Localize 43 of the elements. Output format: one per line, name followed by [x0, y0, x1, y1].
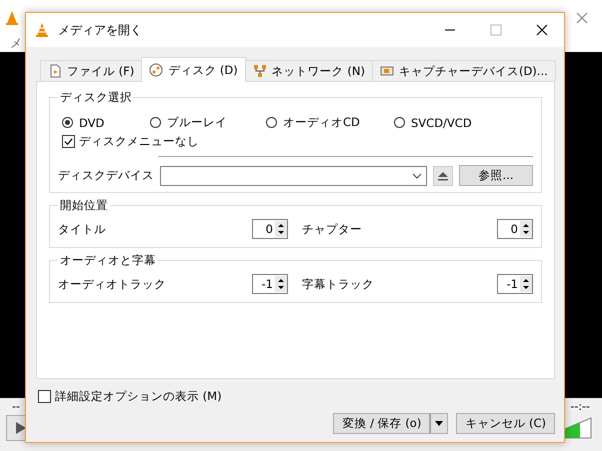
browse-button[interactable]: 参照... [459, 165, 533, 186]
play-icon [15, 421, 27, 435]
check-icon [63, 136, 74, 147]
radio-option[interactable]: ブルーレイ [150, 115, 266, 130]
group-title: 開始位置 [59, 198, 109, 213]
capture-card-icon [380, 64, 394, 78]
close-icon[interactable] [536, 24, 548, 36]
spin-field[interactable]: 0 [252, 219, 288, 239]
file-icon [48, 64, 62, 78]
spin-field[interactable]: -1 [497, 274, 533, 294]
cancel-button[interactable]: キャンセル (C) [456, 413, 555, 434]
network-icon [252, 64, 267, 78]
disc-icon [149, 63, 164, 77]
group-title: オーディオと字幕 [59, 253, 157, 268]
field-label: オーディオトラック [58, 276, 167, 292]
field-label: 字幕トラック [302, 276, 375, 292]
group-title: ディスク選択 [59, 90, 133, 105]
radio-option[interactable]: SVCD/VCD [394, 115, 533, 130]
tab[interactable]: ファイル (F) [40, 60, 142, 81]
elapsed-time: -- [12, 400, 20, 413]
chevron-down-icon [412, 172, 422, 178]
convert-save-button[interactable]: 変換 / 保存 (o) [333, 413, 430, 434]
field-label: チャプター [302, 222, 363, 236]
eject-icon [437, 170, 449, 180]
total-time: --:-- [570, 400, 590, 413]
radio-option[interactable]: オーディオCD [266, 115, 394, 130]
checkbox-option[interactable]: ディスクメニューなし [58, 134, 199, 149]
cone-icon [34, 22, 50, 38]
tab[interactable]: キャプチャーデバイス(D)... [372, 60, 556, 81]
window-title: メディアを開く [58, 22, 143, 38]
radio-option[interactable]: DVD [62, 115, 150, 130]
eject-button[interactable] [433, 166, 453, 186]
field-label: タイトル [58, 222, 107, 236]
menu-item[interactable]: メ [10, 36, 22, 50]
checkbox-option[interactable]: 詳細設定オプションの表示 (M) [36, 389, 222, 404]
dropdown-button[interactable] [430, 413, 448, 434]
device-dropdown[interactable] [160, 166, 427, 186]
spin-field[interactable]: 0 [497, 219, 533, 239]
caret-icon [435, 421, 444, 426]
field-label: ディスクデバイス [58, 168, 154, 183]
tab[interactable]: ディスク (D) [141, 57, 246, 82]
cone-icon [4, 10, 20, 26]
spin-field[interactable]: -1 [252, 274, 288, 294]
